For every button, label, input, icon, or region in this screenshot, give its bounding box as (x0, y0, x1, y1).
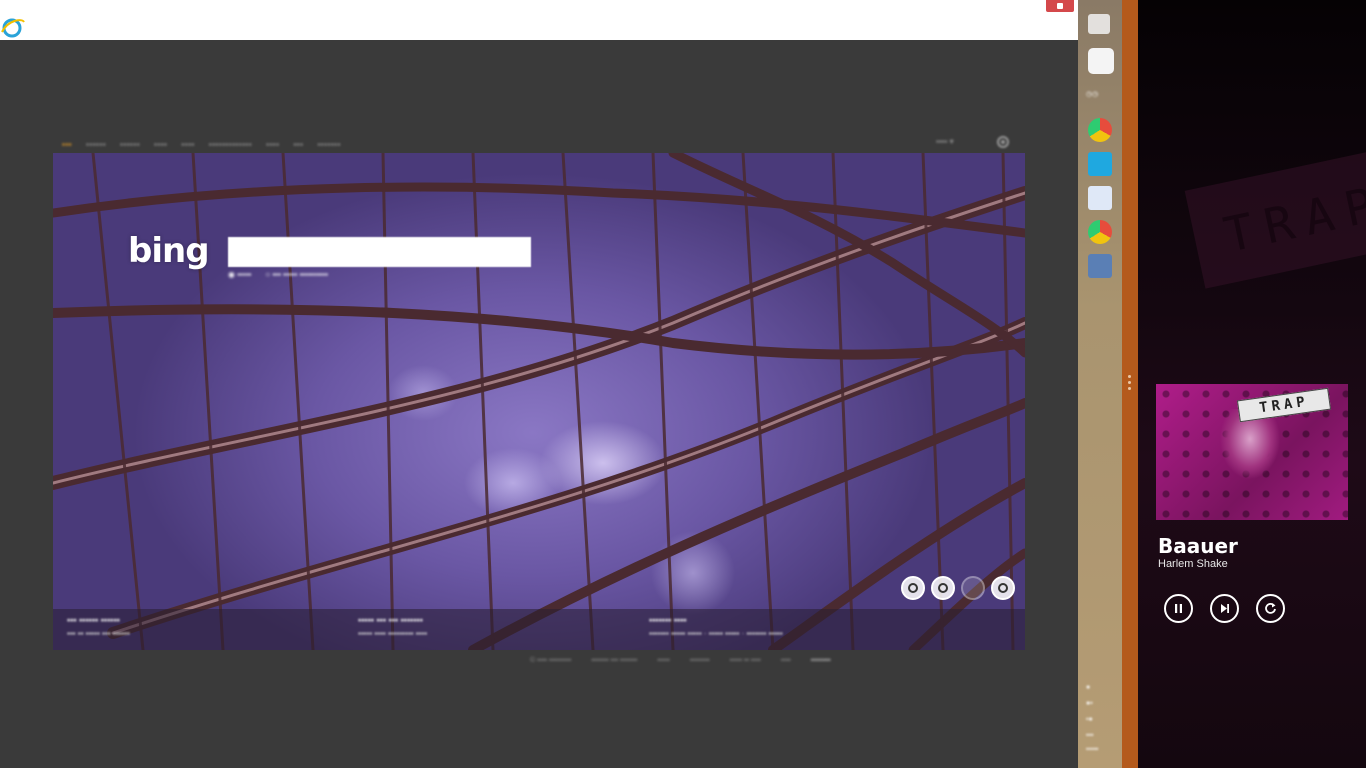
search-options: ◉ ▪▪▪▪▪ ○ ▪▪▪ ▪▪▪▪▪ ▪▪▪▪▪▪▪▪▪▪ (228, 270, 328, 279)
nav-item[interactable]: ▪▪▪▪ (266, 140, 279, 149)
tray-time: ▪▪▪ (1086, 732, 1094, 739)
side-taskbar: ◷◷ ● ●▪ ▪● ▪▪▪ ▪▪▪▪▪ (1078, 0, 1122, 768)
pause-icon (1175, 604, 1182, 613)
desktop-app-area: ▪▪▪ ▪▪▪▪▪▪ ▪▪▪▪▪▪ ▪▪▪▪ ▪▪▪▪ ▪▪▪▪▪▪▪▪▪▪▪▪… (0, 0, 1122, 768)
music-snap-pane: TRAP TRAP Baauer Harlem Shake (1138, 0, 1366, 768)
sign-in-link[interactable]: ▪▪▪▪ ▾ (936, 137, 954, 146)
bing-hero-image: bing ◉ ▪▪▪▪▪ ○ ▪▪▪ ▪▪▪▪▪ ▪▪▪▪▪▪▪▪▪▪ ▪▪▪ … (53, 153, 1025, 650)
internet-explorer-icon[interactable] (0, 16, 26, 40)
clock-icon: ◷◷ (1086, 91, 1099, 98)
footer-link[interactable]: ▪▪▪▪▪ (657, 657, 669, 664)
album-art-figure (1220, 409, 1280, 520)
hotspot-item[interactable]: ▪▪▪▪▪ ▪▪▪ ▪▪▪ ▪▪▪▪▪▪▪ ▪▪▪▪▪ ▪▪▪▪ ▪▪▪▪▪▪▪… (344, 609, 635, 650)
search-input[interactable] (228, 237, 531, 267)
artist-name: Baauer (1158, 534, 1238, 558)
tray-icon[interactable]: ●▪ (1086, 700, 1093, 707)
nav-item[interactable]: ▪▪▪ (293, 140, 303, 149)
network-icon[interactable] (1088, 254, 1112, 278)
skype-icon[interactable] (1088, 152, 1112, 176)
track-title: Harlem Shake (1158, 558, 1228, 570)
folder-icon[interactable] (1088, 186, 1112, 210)
play-icon[interactable] (931, 576, 955, 600)
hotspot-item[interactable]: ▪▪▪ ▪▪▪▪▪▪ ▪▪▪▪▪▪ ▪▪▪ ▪▪ ▪▪▪▪▪ ▪▪▪ ▪▪▪▪▪… (53, 609, 344, 650)
footer-link[interactable]: © ▪▪▪▪ ▪▪▪▪▪▪▪▪▪ (530, 657, 571, 664)
nav-item[interactable]: ▪▪▪▪▪▪ (86, 140, 106, 149)
chrome-icon[interactable] (1088, 118, 1112, 142)
nav-item[interactable]: ▪▪▪▪ (154, 140, 167, 149)
tray-date: ▪▪▪▪▪ (1086, 746, 1099, 753)
previous-icon[interactable] (961, 576, 985, 600)
nav-item[interactable]: ▪▪▪▪▪▪▪▪▪▪▪▪▪ (209, 140, 252, 149)
footer-link[interactable]: ▪▪▪▪▪▪▪ ▪▪▪ ▪▪▪▪▪▪▪ (591, 657, 637, 664)
repeat-icon (1265, 603, 1276, 614)
window-icon[interactable] (1088, 14, 1110, 34)
chrome-icon[interactable] (1088, 220, 1112, 244)
next-icon (1221, 604, 1229, 613)
playback-controls (1164, 594, 1285, 623)
nav-item[interactable]: ▪▪▪ (62, 140, 72, 149)
repeat-button[interactable] (1256, 594, 1285, 623)
bing-logo[interactable]: bing (128, 231, 210, 271)
leaf-veins-image (53, 153, 1025, 650)
window-icon[interactable] (1088, 48, 1114, 74)
info-icon[interactable] (991, 576, 1015, 600)
search-option[interactable]: ○ ▪▪▪ ▪▪▪▪▪ ▪▪▪▪▪▪▪▪▪▪ (265, 270, 328, 279)
footer-link[interactable]: ▪▪▪▪▪ ▪▪ ▪▪▪▪ (730, 657, 761, 664)
background-art: TRAP (1184, 151, 1366, 289)
footer-link[interactable]: ▪▪▪▪▪▪▪▪ (811, 657, 831, 664)
tray-icon[interactable]: ▪● (1086, 716, 1093, 723)
hotspot-strip: ▪▪▪ ▪▪▪▪▪▪ ▪▪▪▪▪▪ ▪▪▪ ▪▪ ▪▪▪▪▪ ▪▪▪ ▪▪▪▪▪… (53, 609, 1025, 650)
close-button[interactable] (1046, 0, 1074, 12)
nav-item[interactable]: ▪▪▪▪▪▪ (120, 140, 140, 149)
next-button[interactable] (1210, 594, 1239, 623)
share-icon[interactable] (901, 576, 925, 600)
hero-controls (901, 576, 1015, 600)
snap-splitter[interactable] (1122, 0, 1138, 768)
splitter-handle-icon[interactable] (1128, 375, 1132, 393)
search-option[interactable]: ◉ ▪▪▪▪▪ (228, 270, 251, 279)
pause-button[interactable] (1164, 594, 1193, 623)
album-art: TRAP (1156, 384, 1348, 520)
hotspot-item[interactable]: ▪▪▪▪▪▪▪ ▪▪▪▪ ▪▪▪▪▪▪▪ ▪▪▪▪▪ ▪▪▪▪▪ · ▪▪▪▪▪… (635, 609, 926, 650)
browser-title-bar (0, 0, 1122, 40)
gear-icon[interactable] (995, 134, 1011, 150)
footer-links: © ▪▪▪▪ ▪▪▪▪▪▪▪▪▪ ▪▪▪▪▪▪▪ ▪▪▪ ▪▪▪▪▪▪▪ ▪▪▪… (530, 657, 831, 664)
bing-nav-bar: ▪▪▪ ▪▪▪▪▪▪ ▪▪▪▪▪▪ ▪▪▪▪ ▪▪▪▪ ▪▪▪▪▪▪▪▪▪▪▪▪… (62, 137, 341, 151)
nav-item[interactable]: ▪▪▪▪▪▪▪ (317, 140, 340, 149)
nav-item[interactable]: ▪▪▪▪ (181, 140, 194, 149)
tray-icon[interactable]: ● (1086, 684, 1090, 691)
footer-link[interactable]: ▪▪▪▪ (781, 657, 791, 664)
footer-link[interactable]: ▪▪▪▪▪▪▪▪ (690, 657, 710, 664)
album-art-label: TRAP (1236, 387, 1332, 423)
